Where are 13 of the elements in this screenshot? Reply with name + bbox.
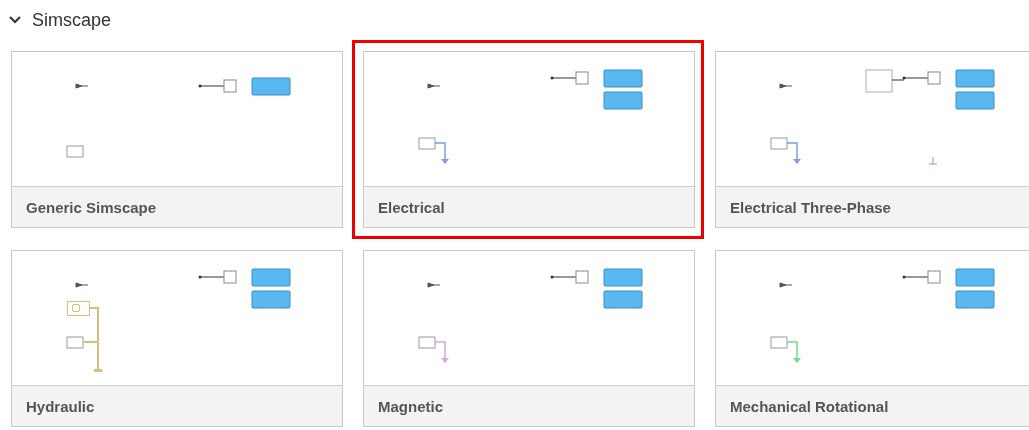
section-header[interactable]: Simscape xyxy=(8,9,112,31)
card-title: Magnetic xyxy=(378,397,443,415)
card-title: Electrical xyxy=(378,198,445,216)
template-card[interactable]: Electrical Three-Phase xyxy=(715,51,1029,228)
template-card[interactable]: Electrical xyxy=(363,51,695,228)
card-title: Generic Simscape xyxy=(26,198,157,216)
template-card[interactable]: Hydraulic xyxy=(11,250,343,427)
template-card[interactable]: Generic Simscape xyxy=(11,51,343,228)
template-card[interactable]: Magnetic xyxy=(363,250,695,427)
card-title: Hydraulic xyxy=(26,397,95,415)
card-title: Mechanical Rotational xyxy=(730,397,889,415)
template-card[interactable]: Mechanical Rotational xyxy=(715,250,1029,427)
card-title: Electrical Three-Phase xyxy=(730,198,891,216)
